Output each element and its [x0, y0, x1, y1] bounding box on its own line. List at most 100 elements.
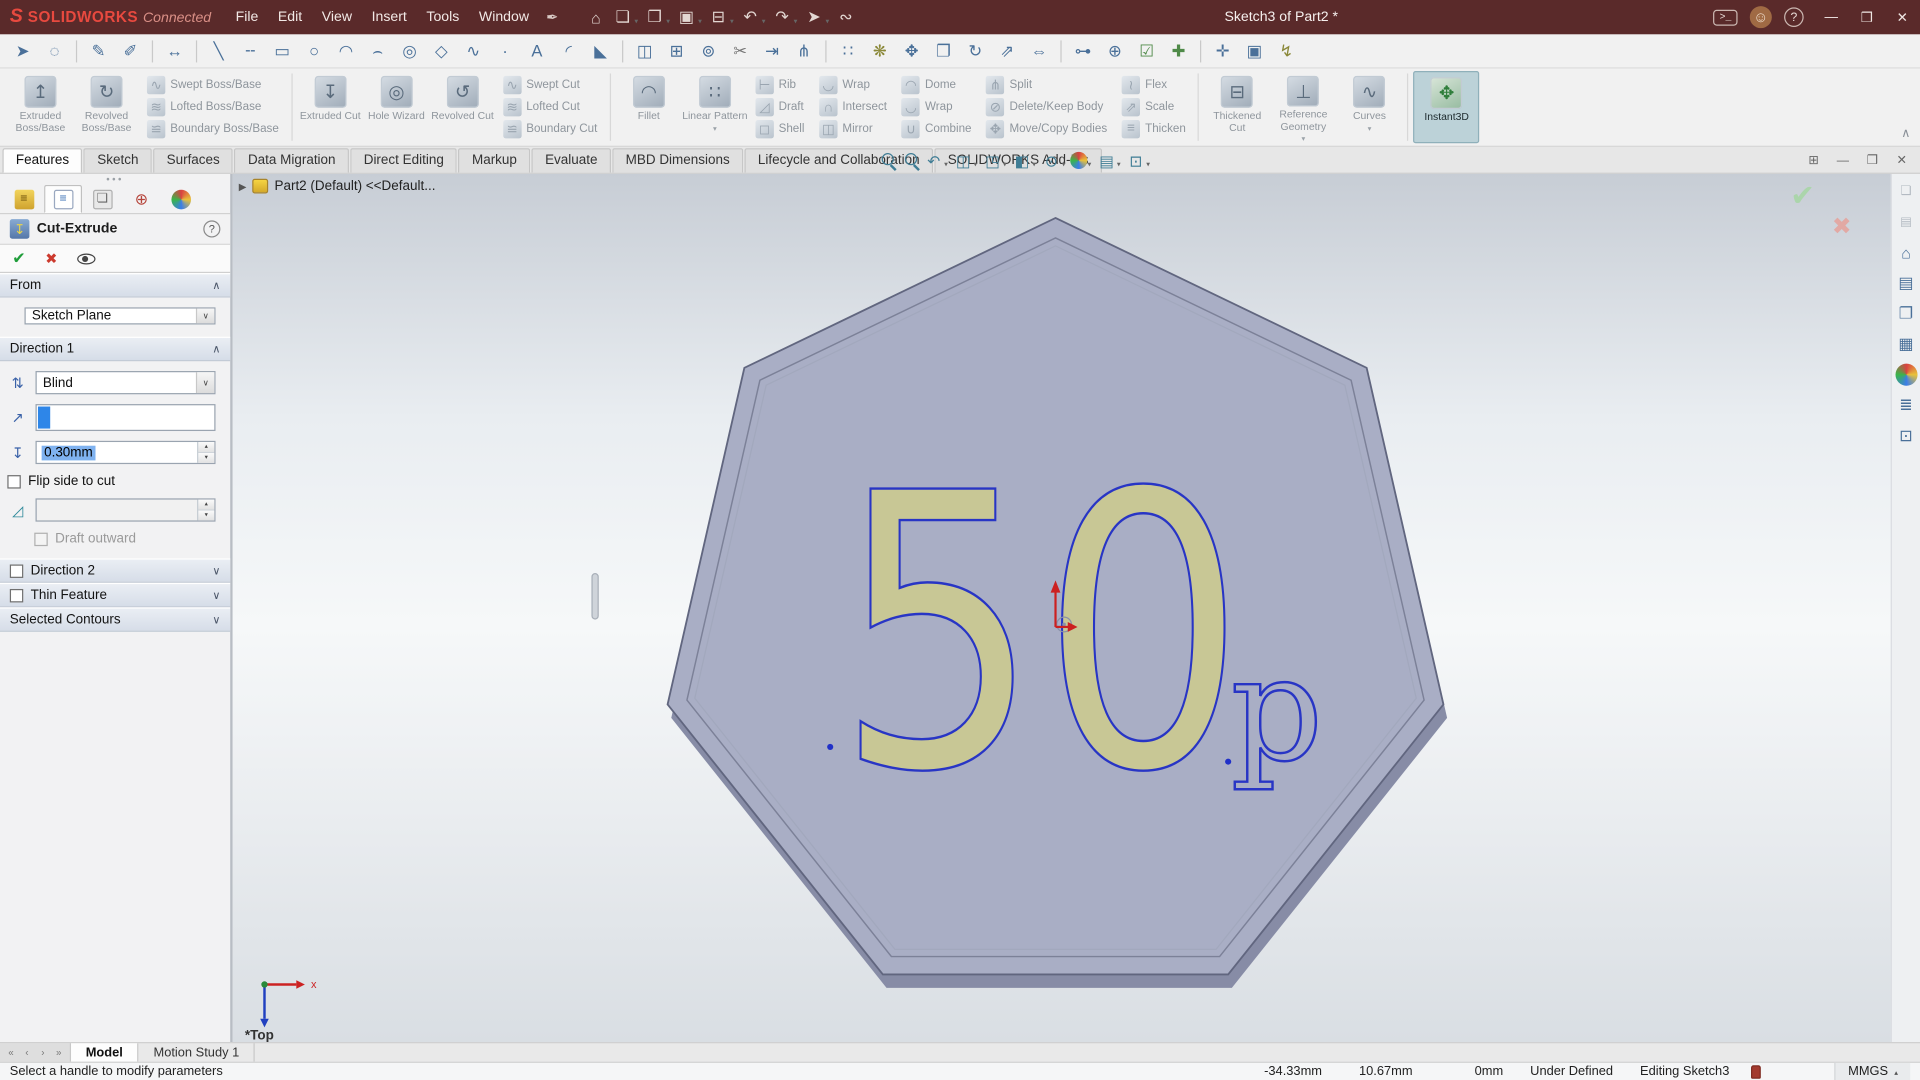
taskpane-file-explorer-icon[interactable]: ❐	[1895, 302, 1917, 324]
ribbon-linear-pattern[interactable]: ∷Linear Pattern▾	[682, 71, 748, 143]
offset-entities-icon[interactable]: ⊚	[693, 36, 724, 65]
taskpane-collapse-icon[interactable]: ❏	[1895, 180, 1917, 202]
ribbon-instant3d[interactable]: ✥Instant3D	[1414, 71, 1480, 143]
previous-view-icon[interactable]: ↶	[923, 149, 944, 171]
featuremanager-tab[interactable]: ≡	[5, 185, 43, 213]
ribbon-swept-cut[interactable]: ∿Swept Cut	[498, 75, 602, 97]
section-direction2-header[interactable]: Direction 2 ∨	[0, 558, 230, 582]
pin-menu-icon[interactable]: ✒	[546, 9, 558, 26]
doc-close-icon[interactable]: ✕	[1891, 149, 1913, 171]
section-thin-feature-header[interactable]: Thin Feature ∨	[0, 583, 230, 607]
centerline-tool-icon[interactable]: ╌	[235, 36, 266, 65]
from-plane-select[interactable]: Sketch Plane ∨	[24, 307, 215, 324]
menu-tools[interactable]: Tools	[417, 0, 469, 34]
sketch-point[interactable]	[827, 744, 833, 750]
ribbon-move-copy-bodies[interactable]: ✥Move/Copy Bodies	[981, 118, 1112, 140]
instant2d-icon[interactable]: ↯	[1271, 36, 1302, 65]
save-icon[interactable]: ▣	[674, 4, 700, 31]
draft-angle-input[interactable]: ▴ ▾	[36, 498, 216, 521]
sketch-text-p[interactable]: p	[1231, 626, 1323, 794]
ribbon-hole-wizard[interactable]: ◎Hole Wizard	[363, 71, 429, 143]
sketch-fillet-tool-icon[interactable]: ◜	[553, 36, 584, 65]
undo-icon[interactable]: ↶	[737, 4, 763, 31]
tab-scroll-first-icon[interactable]: «	[5, 1047, 17, 1058]
section-direction1-header[interactable]: Direction 1 ∧	[0, 337, 230, 361]
menu-file[interactable]: File	[226, 0, 268, 34]
tab-model[interactable]: Model	[71, 1043, 139, 1061]
rotate-entities-icon[interactable]: ↻	[960, 36, 991, 65]
ribbon-extruded-boss-base[interactable]: ↥Extruded Boss/Base	[7, 71, 73, 143]
doc-restore-icon[interactable]: ❒	[1861, 149, 1883, 171]
smart-dimension-tool-icon[interactable]: ↔	[159, 36, 190, 65]
ribbon-swept-boss-base[interactable]: ∿Swept Boss/Base	[142, 75, 284, 97]
select-tool-icon[interactable]: ➤	[7, 36, 38, 65]
add-relation-icon[interactable]: ⊕	[1100, 36, 1131, 65]
tab-surfaces[interactable]: Surfaces	[153, 148, 233, 172]
three-point-arc-tool-icon[interactable]: ⌢	[362, 36, 393, 65]
ellipse-tool-icon[interactable]: ◎	[394, 36, 425, 65]
menu-insert[interactable]: Insert	[362, 0, 417, 34]
command-prompt-icon[interactable]: >_	[1714, 9, 1738, 25]
view-settings-icon[interactable]: ⊡	[1125, 149, 1146, 171]
ribbon-reference-geometry[interactable]: ⊥Reference Geometry▾	[1270, 71, 1336, 143]
tab-features[interactable]: Features	[2, 148, 82, 172]
hide-show-items-icon[interactable]: ⊙	[1041, 149, 1062, 171]
ribbon-shell[interactable]: ◻Shell	[750, 118, 809, 140]
thin-feature-checkbox[interactable]	[10, 588, 23, 601]
taskpane-appearances-icon[interactable]	[1895, 364, 1917, 386]
taskpane-home-icon[interactable]: ⌂	[1895, 241, 1917, 263]
depth-input[interactable]: 0.30mm ▴ ▾	[36, 441, 216, 464]
sketch-tool-icon[interactable]: ✎	[83, 36, 114, 65]
convert-entities-icon[interactable]: ⊞	[661, 36, 692, 65]
view-orientation-icon[interactable]: ◳	[982, 149, 1003, 171]
direction2-checkbox[interactable]	[10, 564, 23, 577]
circle-tool-icon[interactable]: ○	[299, 36, 330, 65]
taskpane-pane-options-icon[interactable]: ⊡	[1895, 425, 1917, 447]
flip-side-checkbox[interactable]	[7, 474, 20, 487]
trim-entities-icon[interactable]: ✂	[725, 36, 756, 65]
ribbon-combine[interactable]: ∪Combine	[897, 118, 977, 140]
zoom-to-fit-icon[interactable]	[877, 149, 898, 171]
attach-icon[interactable]: ∾	[833, 4, 859, 31]
spin-down-icon[interactable]: ▾	[198, 453, 214, 463]
cancel-button[interactable]: ✖	[45, 250, 57, 267]
ribbon-wrap[interactable]: ◡Wrap	[897, 96, 977, 118]
taskpane-view-palette-icon[interactable]: ▦	[1895, 333, 1917, 355]
ribbon-thicken[interactable]: ≡Thicken	[1117, 118, 1191, 140]
tab-evaluate[interactable]: Evaluate	[532, 148, 611, 172]
breadcrumb[interactable]: ▶ Part2 (Default) <<Default...	[239, 179, 436, 194]
ribbon-thickened-cut[interactable]: ⊟Thickened Cut	[1204, 71, 1270, 143]
tab-direct-editing[interactable]: Direct Editing	[350, 148, 457, 172]
flip-side-checkbox-row[interactable]: Flip side to cut	[7, 474, 215, 489]
repair-sketch-icon[interactable]: ✚	[1163, 36, 1194, 65]
ribbon-fillet[interactable]: ◠Fillet	[616, 71, 682, 143]
ok-button[interactable]: ✔	[12, 249, 25, 269]
display-style-icon[interactable]: ◧	[1011, 149, 1032, 171]
rectangle-tool-icon[interactable]: ▭	[267, 36, 298, 65]
tab-markup[interactable]: Markup	[459, 148, 531, 172]
fully-define-sketch-icon[interactable]: ☑	[1131, 36, 1162, 65]
ribbon-boundary-boss-base[interactable]: ≌Boundary Boss/Base	[142, 118, 284, 140]
ribbon-collapse-icon[interactable]: ∧	[1901, 127, 1910, 140]
section-selected-contours-header[interactable]: Selected Contours ∨	[0, 607, 230, 631]
select-icon[interactable]: ➤	[801, 4, 827, 31]
polygon-tool-icon[interactable]: ◇	[426, 36, 457, 65]
point-tool-icon[interactable]: ∙	[490, 36, 521, 65]
user-avatar[interactable]: ☺	[1750, 6, 1772, 28]
menu-view[interactable]: View	[312, 0, 362, 34]
arc-tool-icon[interactable]: ◠	[331, 36, 362, 65]
sketch-picture-icon[interactable]: ▣	[1239, 36, 1270, 65]
tab-scroll-next-icon[interactable]: ›	[37, 1047, 49, 1058]
line-tool-icon[interactable]: ╲	[203, 36, 234, 65]
window-restore-button[interactable]: ❒	[1849, 0, 1885, 34]
move-entities-icon[interactable]: ✥	[896, 36, 927, 65]
scale-entities-icon[interactable]: ⇗	[992, 36, 1023, 65]
ribbon-revolved-boss-base[interactable]: ↻Revolved Boss/Base	[73, 71, 139, 143]
zoom-to-area-icon[interactable]	[900, 149, 921, 171]
tab-scroll-prev-icon[interactable]: ‹	[21, 1047, 33, 1058]
split-entities-icon[interactable]: ⋔	[789, 36, 820, 65]
ribbon-lofted-boss-base[interactable]: ≋Lofted Boss/Base	[142, 96, 284, 118]
quick-snaps-icon[interactable]: ✛	[1207, 36, 1238, 65]
spin-down-icon[interactable]: ▾	[198, 511, 214, 521]
ribbon-revolved-cut[interactable]: ↺Revolved Cut	[429, 71, 495, 143]
